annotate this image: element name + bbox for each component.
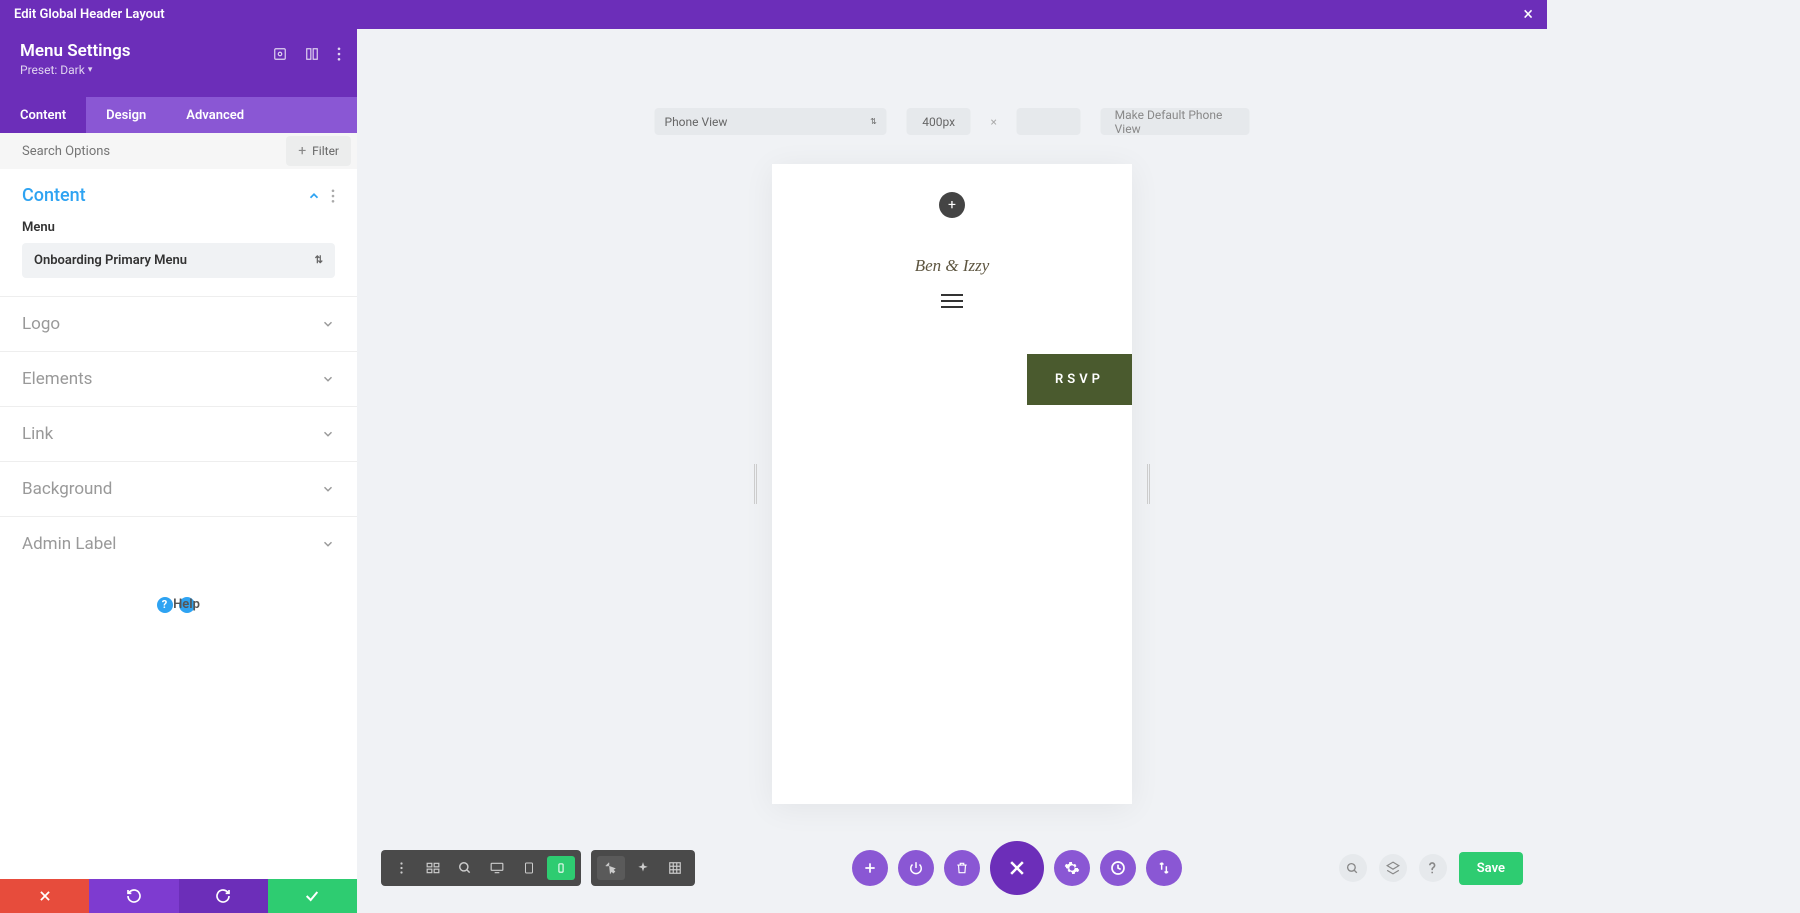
- tablet-icon[interactable]: [515, 856, 543, 880]
- add-section-button[interactable]: +: [939, 192, 965, 218]
- plus-icon: +: [298, 143, 306, 159]
- click-icon[interactable]: [597, 856, 625, 880]
- panel-body: Content Menu Onboarding Primary Menu ⇅ L…: [0, 169, 357, 913]
- section-admin-label[interactable]: Admin Label: [0, 516, 357, 571]
- phone-icon[interactable]: [547, 856, 575, 880]
- select-arrows-icon: ⇅: [870, 117, 877, 126]
- help-link[interactable]: ?Help: [0, 571, 357, 635]
- sparkle-icon[interactable]: [629, 856, 657, 880]
- settings-header: Menu Settings Preset: Dark: [0, 29, 357, 97]
- redo-button[interactable]: [179, 879, 268, 913]
- dropdown-arrows-icon: ⇅: [315, 255, 323, 266]
- settings-tabs: Content Design Advanced: [0, 97, 357, 133]
- more-icon[interactable]: [387, 856, 415, 880]
- grid-icon[interactable]: [661, 856, 689, 880]
- page-title: Edit Global Header Layout: [14, 7, 165, 22]
- view-controls: Phone View ⇅ 400px × Make Default Phone …: [655, 108, 1250, 135]
- top-bar: Edit Global Header Layout ×: [0, 0, 1547, 29]
- layers-icon[interactable]: [1379, 854, 1407, 882]
- menu-field-label: Menu: [0, 216, 357, 243]
- section-content-header[interactable]: Content: [0, 169, 357, 216]
- times-icon: ×: [991, 115, 997, 129]
- gear-button[interactable]: [1054, 850, 1090, 886]
- chevron-down-icon: [321, 372, 335, 386]
- menu-dropdown[interactable]: Onboarding Primary Menu ⇅: [22, 243, 335, 278]
- preview-logo-text: Ben & Izzy: [772, 256, 1132, 276]
- settings-sidebar: Menu Settings Preset: Dark Content Desig…: [0, 29, 357, 913]
- resize-handle-right[interactable]: [1147, 464, 1150, 504]
- wireframe-icon[interactable]: [419, 856, 447, 880]
- section-link[interactable]: Link: [0, 406, 357, 461]
- filter-button[interactable]: + Filter: [286, 136, 351, 166]
- width-input[interactable]: 400px: [907, 108, 971, 135]
- confirm-button[interactable]: [268, 879, 357, 913]
- columns-icon[interactable]: [305, 47, 319, 61]
- height-input[interactable]: [1017, 108, 1081, 135]
- close-button[interactable]: [990, 841, 1044, 895]
- chevron-down-icon: [321, 317, 335, 331]
- help-icon: ?: [157, 597, 173, 613]
- preset-selector[interactable]: Preset: Dark: [20, 63, 337, 77]
- chevron-down-icon: [321, 537, 335, 551]
- make-default-button[interactable]: Make Default Phone View: [1101, 108, 1250, 135]
- history-button[interactable]: [1100, 850, 1136, 886]
- dock-group-1: [381, 850, 581, 886]
- more-icon[interactable]: [331, 189, 335, 203]
- focus-icon[interactable]: [273, 47, 287, 61]
- tab-content[interactable]: Content: [0, 97, 86, 133]
- view-select[interactable]: Phone View ⇅: [655, 108, 887, 135]
- zoom-icon[interactable]: [451, 856, 479, 880]
- trash-button[interactable]: [944, 850, 980, 886]
- bottom-dock: Save: [357, 841, 1547, 895]
- chevron-up-icon: [307, 189, 321, 203]
- search-row: + Filter: [0, 133, 357, 169]
- search-input[interactable]: [22, 144, 202, 159]
- save-button[interactable]: Save: [1459, 852, 1523, 885]
- chevron-down-icon: [321, 482, 335, 496]
- more-icon[interactable]: [337, 47, 341, 61]
- discard-button[interactable]: [0, 879, 89, 913]
- sidebar-footer: [0, 879, 357, 913]
- search-icon[interactable]: [1339, 854, 1367, 882]
- hamburger-icon[interactable]: [941, 294, 963, 308]
- tab-advanced[interactable]: Advanced: [166, 97, 264, 133]
- rsvp-button[interactable]: RSVP: [1027, 354, 1132, 405]
- help-icon[interactable]: [1419, 854, 1447, 882]
- dock-group-2: [591, 850, 695, 886]
- canvas: Phone View ⇅ 400px × Make Default Phone …: [357, 29, 1547, 913]
- undo-button[interactable]: [89, 879, 178, 913]
- tab-design[interactable]: Design: [86, 97, 166, 133]
- section-elements[interactable]: Elements: [0, 351, 357, 406]
- resize-handle-left[interactable]: [754, 464, 757, 504]
- phone-preview: + Ben & Izzy RSVP: [772, 164, 1132, 804]
- section-background[interactable]: Background: [0, 461, 357, 516]
- section-logo[interactable]: Logo: [0, 296, 357, 351]
- add-button[interactable]: [852, 850, 888, 886]
- desktop-icon[interactable]: [483, 856, 511, 880]
- power-button[interactable]: [898, 850, 934, 886]
- close-icon[interactable]: ×: [1523, 4, 1533, 25]
- chevron-down-icon: [321, 427, 335, 441]
- portability-button[interactable]: [1146, 850, 1182, 886]
